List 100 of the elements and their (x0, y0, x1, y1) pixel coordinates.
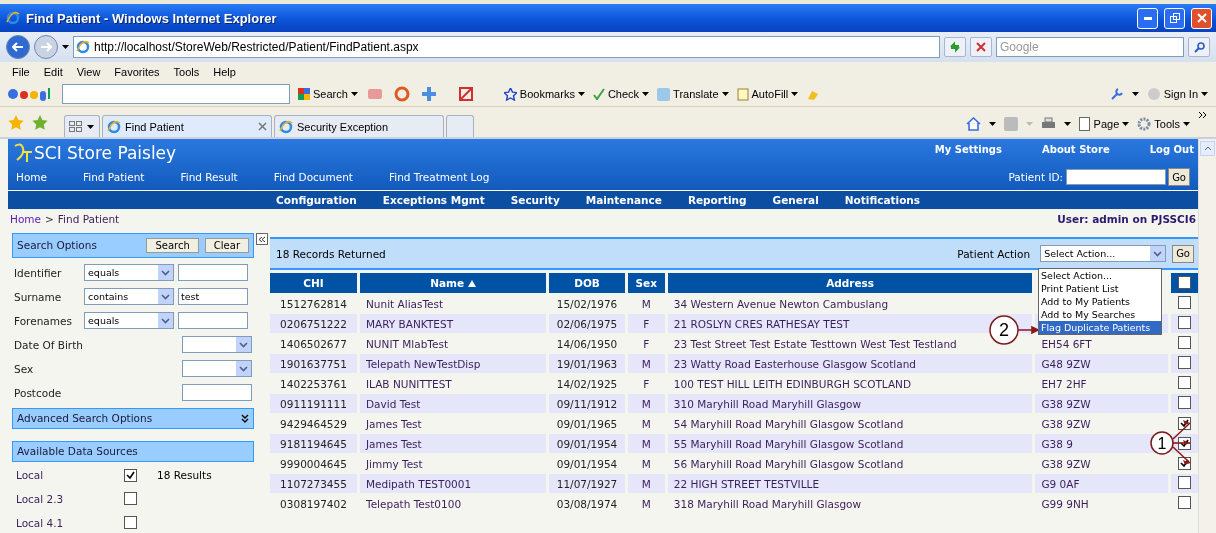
nav-link[interactable]: Exceptions Mgmt (382, 194, 485, 206)
caret-icon (577, 92, 585, 96)
menu-item[interactable]: View (76, 66, 101, 78)
checkbox[interactable] (1178, 476, 1191, 489)
scroll-up-button[interactable] (1200, 141, 1215, 156)
notepad-icon (736, 87, 749, 101)
minimize-button[interactable] (1137, 7, 1158, 29)
refresh-button[interactable] (944, 37, 966, 57)
google-search-field[interactable] (62, 84, 290, 104)
dropdown-select[interactable] (182, 336, 252, 354)
menu-item[interactable]: Tools (173, 66, 200, 78)
stop-button[interactable] (970, 37, 992, 57)
menu-item[interactable]: Favorites (114, 66, 160, 78)
table-cell: 02/06/1975 (549, 314, 625, 333)
column-header[interactable]: Name (360, 273, 547, 293)
spell-check-button[interactable]: Check (592, 88, 650, 100)
nav-link[interactable]: Find Patient (83, 171, 145, 183)
search-field[interactable]: test (178, 288, 248, 306)
browser-tab[interactable]: Security Exception (274, 115, 444, 137)
patient-id-field[interactable] (1066, 169, 1167, 185)
dropdown-select[interactable] (182, 360, 252, 378)
chevron-down-icon (239, 341, 248, 348)
checkbox[interactable] (124, 468, 137, 482)
menu-item[interactable]: File (12, 66, 30, 78)
nav-link[interactable]: Find Result (180, 171, 238, 183)
search-button[interactable] (1188, 37, 1210, 57)
nav-link[interactable]: Find Document (273, 171, 353, 183)
breadcrumb-link[interactable]: Home (10, 213, 41, 225)
search-icon (1193, 41, 1205, 53)
callout-marker: 2 (989, 315, 1019, 345)
printer-icon[interactable] (1040, 117, 1056, 131)
search-button[interactable]: Search (146, 237, 199, 253)
collapse-button[interactable] (256, 233, 268, 245)
column-header[interactable]: Sex (627, 273, 665, 293)
nav-link[interactable]: Notifications (844, 194, 921, 206)
chevron-right-icon[interactable] (1198, 111, 1208, 121)
search-tool-button[interactable]: Search (298, 88, 358, 100)
home-icon[interactable] (965, 117, 981, 131)
menu-item[interactable]: Help (213, 66, 236, 78)
menu-item[interactable]: Edit (43, 66, 63, 78)
dropdown-option[interactable]: Flag Duplicate Patients (1039, 321, 1161, 334)
search-field[interactable] (178, 264, 248, 282)
breadcrumb-current[interactable]: Find Patient (57, 213, 120, 225)
translate-icon (657, 87, 671, 101)
operator-select[interactable]: equals (84, 264, 174, 282)
nav-link[interactable]: General (772, 194, 819, 206)
field-label: Identifier (14, 266, 63, 279)
table-cell: G48 9ZW (1035, 354, 1168, 373)
tools-menu-button[interactable]: Tools (1137, 117, 1190, 131)
header-link[interactable]: About Store (1042, 143, 1110, 155)
nav-link[interactable]: Security (510, 194, 560, 206)
field-label: Date Of Birth (14, 338, 80, 351)
checkbox[interactable] (1178, 376, 1191, 389)
header-link[interactable]: Log Out (1149, 143, 1194, 155)
column-header[interactable]: Address (667, 273, 1033, 293)
chevron-down-icon (161, 317, 170, 324)
column-header[interactable]: CHI (270, 273, 357, 293)
sign-in-button[interactable]: Sign In (1146, 87, 1208, 101)
search-field[interactable] (182, 384, 252, 402)
checkbox[interactable] (1178, 336, 1191, 349)
checkbox[interactable] (1178, 296, 1191, 309)
go-button[interactable]: Go (1172, 244, 1194, 263)
squares-icon (298, 88, 310, 100)
checkbox[interactable] (1178, 496, 1191, 509)
go-button[interactable]: Go (1168, 168, 1190, 186)
close-icon[interactable] (258, 122, 267, 131)
back-button[interactable] (6, 35, 30, 59)
browser-tab[interactable]: Find Patient (102, 115, 272, 137)
checkbox[interactable] (124, 492, 137, 506)
restore-button[interactable] (1164, 7, 1185, 29)
header-link[interactable]: My Settings (934, 143, 1002, 155)
quick-tabs-button[interactable] (64, 115, 100, 137)
scrollbar[interactable] (1198, 139, 1216, 533)
advanced-search-toggle[interactable]: Advanced Search Options (12, 407, 254, 429)
checkbox[interactable] (1178, 356, 1191, 369)
search-field[interactable]: Google (996, 37, 1184, 57)
action-select[interactable]: Select Action... (1040, 245, 1167, 262)
operator-select[interactable]: contains (84, 288, 174, 306)
table-cell: James Test (360, 434, 547, 453)
nav-link[interactable]: Maintenance (585, 194, 662, 206)
nav-link[interactable]: Home (16, 171, 47, 183)
address-field[interactable]: http://localhost/StoreWeb/Restricted/Patient/FindPatient.aspx (73, 36, 940, 58)
search-field[interactable] (178, 312, 248, 330)
clear-button[interactable]: Clear (204, 237, 249, 253)
close-button[interactable] (1191, 7, 1212, 29)
checkbox[interactable] (1178, 396, 1191, 409)
operator-select[interactable]: equals (84, 312, 174, 330)
nav-link[interactable]: Find Treatment Log (389, 171, 490, 183)
checkbox[interactable] (1178, 316, 1191, 329)
nav-link[interactable]: Configuration (276, 194, 357, 206)
checkbox[interactable] (124, 516, 137, 530)
translate-button[interactable]: Translate (657, 87, 729, 101)
column-header[interactable]: DOB (549, 273, 625, 293)
forward-button[interactable] (34, 35, 58, 59)
bookmarks-button[interactable]: Bookmarks (503, 87, 585, 101)
page-menu-button[interactable]: Page (1078, 117, 1130, 131)
checkbox[interactable] (1178, 275, 1191, 289)
patient-id-label: Patient ID: (1008, 171, 1064, 183)
nav-link[interactable]: Reporting (687, 194, 747, 206)
autofill-button[interactable]: AutoFill (736, 87, 799, 101)
